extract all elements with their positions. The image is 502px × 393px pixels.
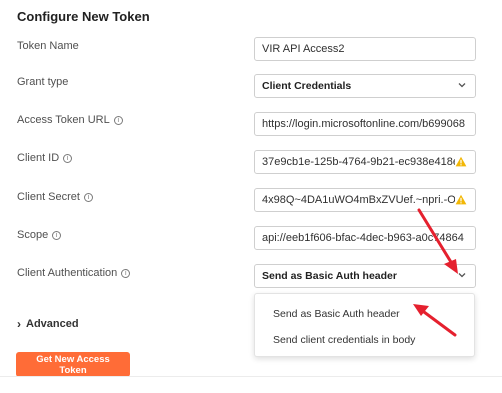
access-token-url-label: Access Token URL i <box>17 114 123 126</box>
client-auth-label-text: Client Authentication <box>17 267 118 279</box>
client-auth-dropdown-menu: Send as Basic Auth header Send client cr… <box>254 293 475 357</box>
grant-type-label: Grant type <box>17 76 68 88</box>
dropdown-option-basic-auth[interactable]: Send as Basic Auth header <box>273 308 400 320</box>
token-name-label: Token Name <box>17 40 79 52</box>
scope-input[interactable]: api://eeb1f606-bfac-4dec-b963-a0c74864 <box>254 226 476 250</box>
grant-type-label-text: Grant type <box>17 76 69 88</box>
scope-value: api://eeb1f606-bfac-4dec-b963-a0c74864 <box>262 232 464 244</box>
configure-token-panel: Configure New Token Token Name VIR API A… <box>0 0 502 393</box>
client-id-value: 37e9cb1e-125b-4764-9b21-ec938e418e <box>262 156 455 168</box>
client-auth-select[interactable]: Send as Basic Auth header <box>254 264 476 288</box>
scope-label-text: Scope <box>17 229 49 241</box>
info-icon[interactable]: i <box>121 268 131 278</box>
scope-label: Scope i <box>17 229 62 241</box>
token-name-value: VIR API Access2 <box>262 43 345 55</box>
get-new-access-token-button[interactable]: Get New Access Token <box>16 352 130 377</box>
access-token-url-input[interactable]: https://login.microsoftonline.com/b69906… <box>254 112 476 136</box>
panel-title: Configure New Token <box>17 9 150 24</box>
chevron-down-icon <box>458 83 466 88</box>
access-token-url-value: https://login.microsoftonline.com/b69906… <box>262 118 466 130</box>
client-id-input[interactable]: 37e9cb1e-125b-4764-9b21-ec938e418e <box>254 150 476 174</box>
client-secret-label-text: Client Secret <box>17 191 80 203</box>
info-icon[interactable]: i <box>63 153 73 163</box>
client-secret-label: Client Secret i <box>17 191 93 203</box>
client-secret-input[interactable]: 4x98Q~4DA1uWO4mBxZVUef.~npri.-O8 <box>254 188 476 212</box>
client-id-label: Client ID i <box>17 152 73 164</box>
client-secret-value: 4x98Q~4DA1uWO4mBxZVUef.~npri.-O8 <box>262 194 455 206</box>
warning-icon <box>455 156 467 167</box>
advanced-label: Advanced <box>26 318 79 330</box>
chevron-right-icon: › <box>17 317 21 331</box>
info-icon[interactable]: i <box>113 115 123 125</box>
client-auth-label: Client Authentication i <box>17 267 131 279</box>
grant-type-value: Client Credentials <box>262 80 352 92</box>
info-icon[interactable]: i <box>83 192 93 202</box>
info-icon[interactable]: i <box>52 230 62 240</box>
token-name-input[interactable]: VIR API Access2 <box>254 37 476 61</box>
grant-type-select[interactable]: Client Credentials <box>254 74 476 98</box>
client-auth-value: Send as Basic Auth header <box>262 270 397 282</box>
advanced-toggle[interactable]: › Advanced <box>17 317 79 331</box>
dropdown-option-body[interactable]: Send client credentials in body <box>273 334 415 346</box>
token-name-label-text: Token Name <box>17 40 79 52</box>
divider <box>0 376 502 377</box>
warning-icon <box>455 194 467 205</box>
access-token-url-label-text: Access Token URL <box>17 114 110 126</box>
client-id-label-text: Client ID <box>17 152 60 164</box>
chevron-down-icon <box>458 273 466 278</box>
